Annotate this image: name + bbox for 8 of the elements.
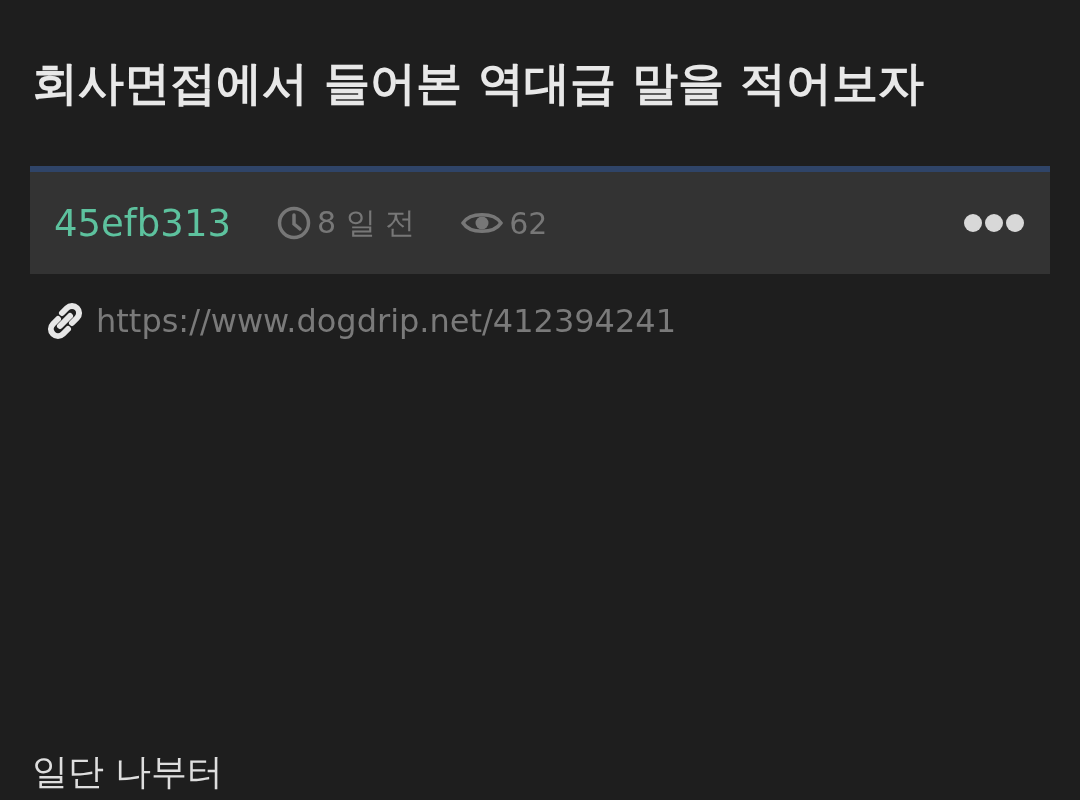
author-name[interactable]: 45efb313 xyxy=(54,201,231,245)
more-options-icon[interactable] xyxy=(964,213,1024,233)
view-count: 62 xyxy=(509,205,548,241)
post-body-text: 일단 나부터 xyxy=(32,750,224,794)
post-link[interactable]: https://www.dogdrip.net/412394241 xyxy=(96,302,677,340)
post-time: 8 일 전 xyxy=(317,203,416,242)
post-title: 회사면접에서 들어본 역대급 말을 적어보자 xyxy=(31,55,926,112)
clock-icon xyxy=(277,206,311,240)
